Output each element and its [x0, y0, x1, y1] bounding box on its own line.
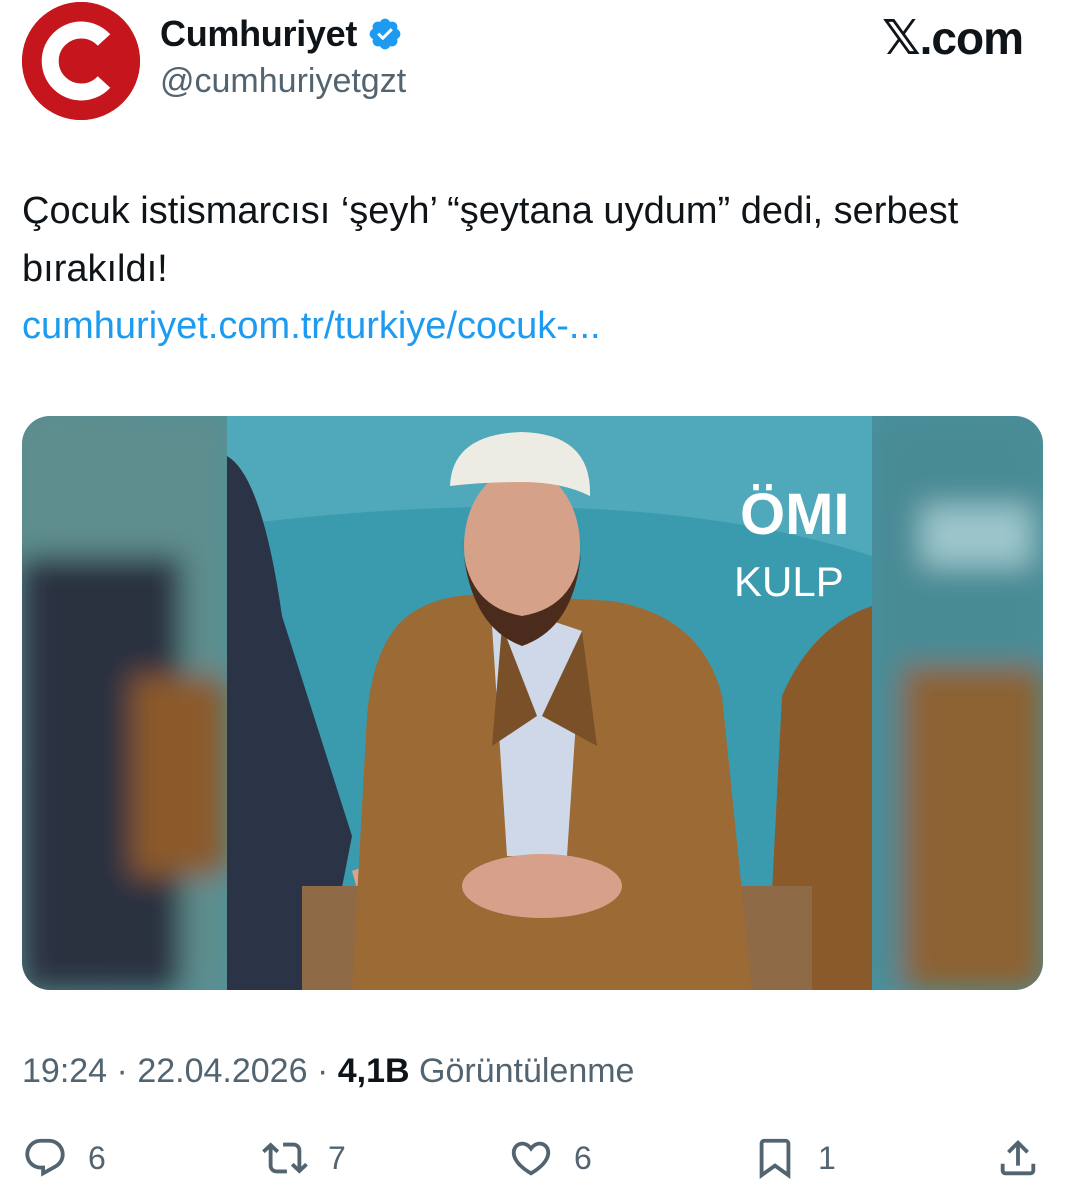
retweet-button[interactable]: 7	[262, 1128, 346, 1188]
reply-count: 6	[88, 1139, 106, 1176]
meta-separator: ·	[316, 1052, 329, 1090]
bookmark-icon	[759, 1138, 791, 1179]
tweet-time[interactable]: 19:24	[22, 1052, 107, 1090]
bookmark-count: 1	[818, 1139, 836, 1176]
views-label: Görüntülenme	[419, 1052, 635, 1090]
reply-icon	[25, 1138, 65, 1177]
banner-text-line1: ÖMI	[740, 482, 850, 547]
bookmark-button[interactable]: 1	[752, 1128, 836, 1188]
share-icon	[1000, 1139, 1036, 1176]
share-button[interactable]	[995, 1128, 1041, 1188]
reply-button[interactable]: 6	[22, 1128, 106, 1188]
cumhuriyet-logo	[22, 2, 140, 120]
account-handle[interactable]: @cumhuriyetgzt	[160, 62, 406, 101]
tweet-link[interactable]: cumhuriyet.com.tr/turkiye/cocuk-...	[22, 305, 601, 348]
banner-text-line2: KULP	[734, 558, 844, 605]
tweet-meta: 19:24 · 22.04.2026 · 4,1B Görüntülenme	[22, 1052, 634, 1091]
tweet-media-photo[interactable]: ÖMI KULP	[22, 416, 1043, 990]
like-count: 6	[574, 1139, 592, 1176]
action-bar: 6 7 6 1	[0, 1128, 1065, 1188]
views-count: 4,1B	[337, 1052, 410, 1090]
heart-icon	[511, 1141, 551, 1176]
retweet-icon	[262, 1142, 308, 1174]
brand-domain: .com	[919, 12, 1024, 64]
verified-badge-icon	[367, 16, 403, 52]
x-com-watermark: 𝕏 .com	[881, 10, 1024, 66]
avatar[interactable]	[22, 2, 140, 120]
tweet-date[interactable]: 22.04.2026	[137, 1052, 307, 1090]
x-logo-icon: 𝕏	[881, 10, 921, 66]
meta-separator: ·	[116, 1052, 128, 1090]
display-name[interactable]: Cumhuriyet	[160, 13, 357, 55]
name-row: Cumhuriyet	[160, 12, 403, 56]
tweet-text: Çocuk istismarcısı ‘şeyh’ “şeytana uydum…	[22, 190, 959, 290]
retweet-count: 7	[328, 1139, 346, 1176]
like-button[interactable]: 6	[508, 1128, 592, 1188]
